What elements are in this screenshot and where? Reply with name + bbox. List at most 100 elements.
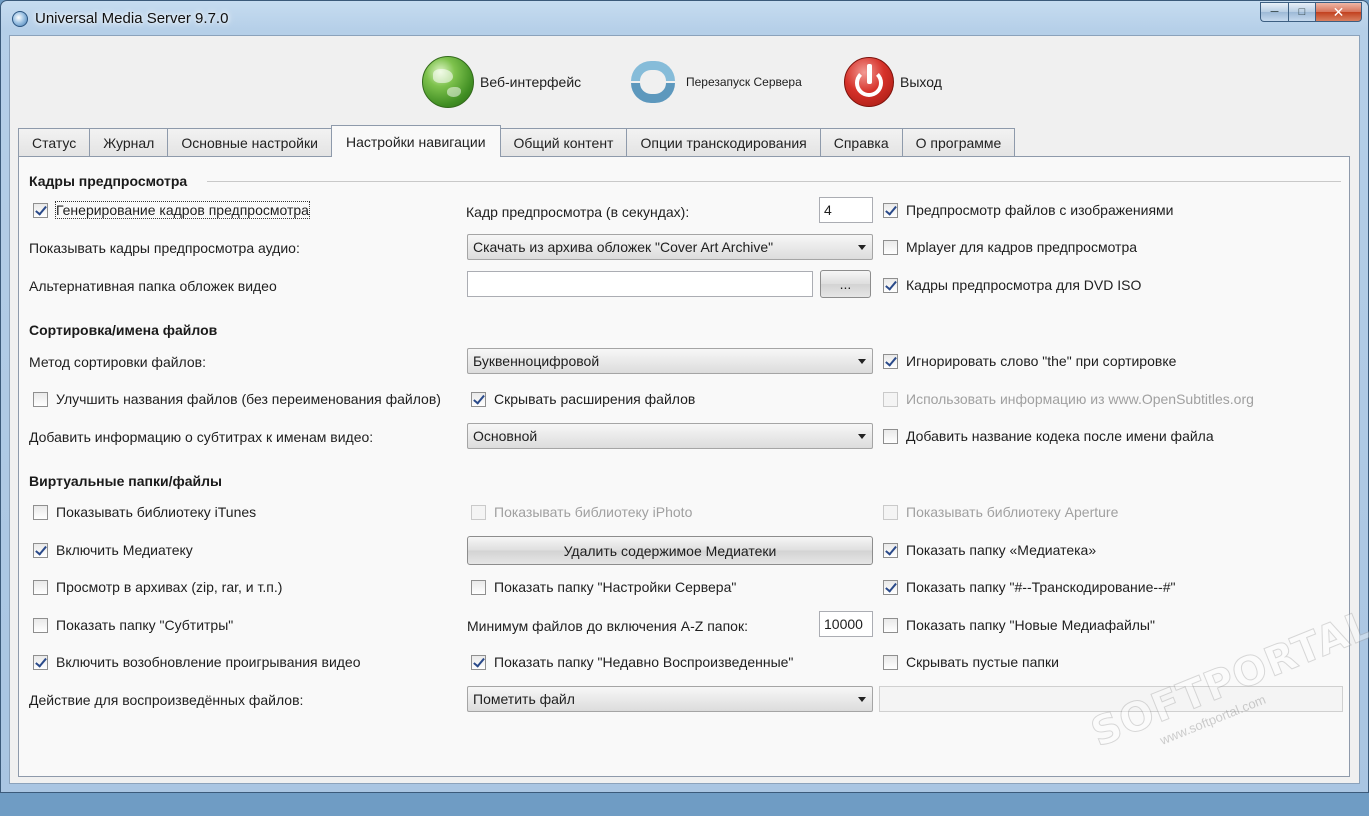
section-separator (207, 181, 1341, 182)
checkbox-label: Показывать библиотеку Aperture (906, 504, 1119, 520)
maximize-icon: □ (1298, 6, 1306, 18)
checkbox-box (883, 504, 898, 520)
prettify-filenames-checkbox[interactable]: Улучшить названия файлов (без переименов… (33, 391, 441, 407)
tab-status[interactable]: Статус (18, 128, 91, 157)
checkbox-label: Mplayer для кадров предпросмотра (906, 239, 1138, 255)
dvd-iso-thumbnails-checkbox[interactable]: Кадры предпросмотра для DVD ISO (883, 277, 1141, 293)
checkbox-label: Улучшить названия файлов (без переименов… (56, 391, 441, 407)
new-media-folder-checkbox[interactable]: Показать папку "Новые Медиафайлы" (883, 617, 1155, 633)
checkbox-label: Показать папку "#--Транскодирование--#" (906, 579, 1176, 595)
clear-media-library-button[interactable]: Удалить содержимое Медиатеки (467, 536, 873, 565)
section-title-virtual-folders: Виртуальные папки/файлы (29, 473, 222, 489)
codec-name-checkbox[interactable]: Добавить название кодека после имени фай… (883, 428, 1214, 444)
restart-server-button[interactable]: Перезапуск Сервера (626, 52, 802, 112)
server-settings-folder-checkbox[interactable]: Показать папку "Настройки Сервера" (471, 579, 736, 595)
checkbox-box (471, 391, 486, 407)
played-action-select[interactable]: Пометить файл (467, 686, 873, 712)
image-thumbnails-checkbox[interactable]: Предпросмотр файлов с изображениями (883, 202, 1173, 218)
played-action-extra-input[interactable] (879, 686, 1343, 712)
tab-log[interactable]: Журнал (89, 128, 169, 157)
checkbox-label: Кадры предпросмотра для DVD ISO (906, 277, 1142, 293)
globe-icon (422, 56, 474, 108)
browse-folder-button[interactable]: ... (820, 270, 871, 298)
window-title: Universal Media Server 9.7.0 (35, 10, 229, 27)
select-value: Скачать из архива обложек "Cover Art Arc… (473, 239, 774, 255)
section-title-thumbnails: Кадры предпросмотра (29, 173, 188, 189)
minimize-button[interactable]: ─ (1260, 2, 1288, 22)
generate-thumbnails-checkbox[interactable]: Генерирование кадров предпросмотра (33, 201, 310, 219)
hide-extensions-checkbox[interactable]: Скрывать расширения файлов (471, 391, 695, 407)
title-bar[interactable]: Universal Media Server 9.7.0 ─ □ ✕ (1, 1, 1368, 35)
seek-position-input[interactable]: 4 (819, 197, 873, 223)
tab-help[interactable]: Справка (819, 128, 903, 157)
close-icon: ✕ (1332, 3, 1345, 20)
restart-server-label: Перезапуск Сервера (686, 75, 802, 89)
sort-method-select[interactable]: Буквенноцифровой (467, 348, 873, 374)
web-interface-label: Веб-интерфейс (480, 74, 582, 90)
checkbox-label: Показать папку "Настройки Сервера" (494, 579, 737, 595)
checkbox-box (471, 504, 486, 520)
media-library-checkbox[interactable]: Включить Медиатеку (33, 542, 193, 558)
checkbox-box (883, 239, 898, 255)
close-button[interactable]: ✕ (1315, 2, 1362, 22)
checkbox-box (33, 504, 48, 520)
checkbox-label: Показывать библиотеку iTunes (56, 504, 257, 520)
power-icon (844, 57, 894, 107)
checkbox-label: Показать папку "Новые Медиафайлы" (906, 617, 1155, 633)
web-interface-button[interactable]: Веб-интерфейс (422, 52, 581, 112)
tab-general-settings[interactable]: Основные настройки (167, 128, 332, 157)
audio-thumbnails-label: Показывать кадры предпросмотра аудио: (29, 240, 300, 256)
checkbox-label: Скрывать расширения файлов (494, 391, 696, 407)
recently-played-folder-checkbox[interactable]: Показать папку "Недавно Воспроизведенные… (471, 654, 793, 670)
checkbox-box (883, 617, 898, 633)
checkbox-label: Включить возобновление проигрывания виде… (56, 654, 361, 670)
app-icon (12, 11, 28, 27)
played-action-label: Действие для воспроизведённых файлов: (29, 692, 304, 708)
select-value: Пометить файл (473, 691, 575, 707)
az-folders-input[interactable]: 10000 (819, 611, 873, 637)
audio-thumbnails-select[interactable]: Скачать из архива обложек "Cover Art Arc… (467, 234, 873, 260)
tab-about[interactable]: О программе (901, 128, 1016, 157)
exit-label: Выход (900, 74, 942, 90)
show-media-library-folder-checkbox[interactable]: Показать папку «Медиатека» (883, 542, 1096, 558)
iphoto-library-checkbox[interactable]: Показывать библиотеку iPhoto (471, 504, 692, 520)
aperture-library-checkbox[interactable]: Показывать библиотеку Aperture (883, 504, 1118, 520)
sort-method-label: Метод сортировки файлов: (29, 354, 206, 370)
itunes-library-checkbox[interactable]: Показывать библиотеку iTunes (33, 504, 256, 520)
chevron-down-icon (858, 434, 866, 439)
checkbox-label: Показать папку «Медиатека» (906, 542, 1097, 558)
select-value: Основной (473, 428, 538, 444)
checkbox-label: Показать папку "Недавно Воспроизведенные… (494, 654, 794, 670)
checkbox-label: Игнорировать слово "the" при сортировке (906, 353, 1177, 369)
subtitles-info-select[interactable]: Основной (467, 423, 873, 449)
checkbox-label: Использовать информацию из www.OpenSubti… (906, 391, 1254, 407)
checkbox-label: Показывать библиотеку iPhoto (494, 504, 693, 520)
checkbox-label: Скрывать пустые папки (906, 654, 1059, 670)
tab-navigation-settings[interactable]: Настройки навигации (330, 125, 501, 157)
checkbox-label: Просмотр в архивах (zip, rar, и т.п.) (56, 579, 283, 595)
refresh-icon (626, 55, 680, 109)
select-value: Буквенноцифровой (473, 353, 600, 369)
alt-cover-folder-input[interactable] (467, 271, 813, 297)
subtitles-folder-checkbox[interactable]: Показать папку "Субтитры" (33, 617, 233, 633)
opensubtitles-checkbox[interactable]: Использовать информацию из www.OpenSubti… (883, 391, 1254, 407)
mplayer-thumbnails-checkbox[interactable]: Mplayer для кадров предпросмотра (883, 239, 1137, 255)
ignore-the-checkbox[interactable]: Игнорировать слово "the" при сортировке (883, 353, 1176, 369)
browse-archives-checkbox[interactable]: Просмотр в архивах (zip, rar, и т.п.) (33, 579, 282, 595)
hide-empty-folders-checkbox[interactable]: Скрывать пустые папки (883, 654, 1059, 670)
checkbox-box (33, 391, 48, 407)
minimize-icon: ─ (1270, 6, 1279, 18)
az-folders-label: Минимум файлов до включения A-Z папок: (467, 618, 748, 634)
resume-playback-checkbox[interactable]: Включить возобновление проигрывания виде… (33, 654, 361, 670)
subtitles-info-label: Добавить информацию о субтитрах к именам… (29, 429, 374, 445)
tab-transcoding[interactable]: Опции транскодирования (626, 128, 821, 157)
checkbox-box (883, 353, 898, 369)
checkbox-label: Показать папку "Субтитры" (56, 617, 234, 633)
exit-button[interactable]: Выход (844, 52, 942, 112)
checkbox-box (471, 654, 486, 670)
transcode-folder-checkbox[interactable]: Показать папку "#--Транскодирование--#" (883, 579, 1175, 595)
checkbox-box (33, 654, 48, 670)
tab-shared-content[interactable]: Общий контент (499, 128, 628, 157)
maximize-button[interactable]: □ (1288, 2, 1315, 22)
navigation-settings-panel: Кадры предпросмотра Генерирование кадров… (18, 156, 1350, 777)
